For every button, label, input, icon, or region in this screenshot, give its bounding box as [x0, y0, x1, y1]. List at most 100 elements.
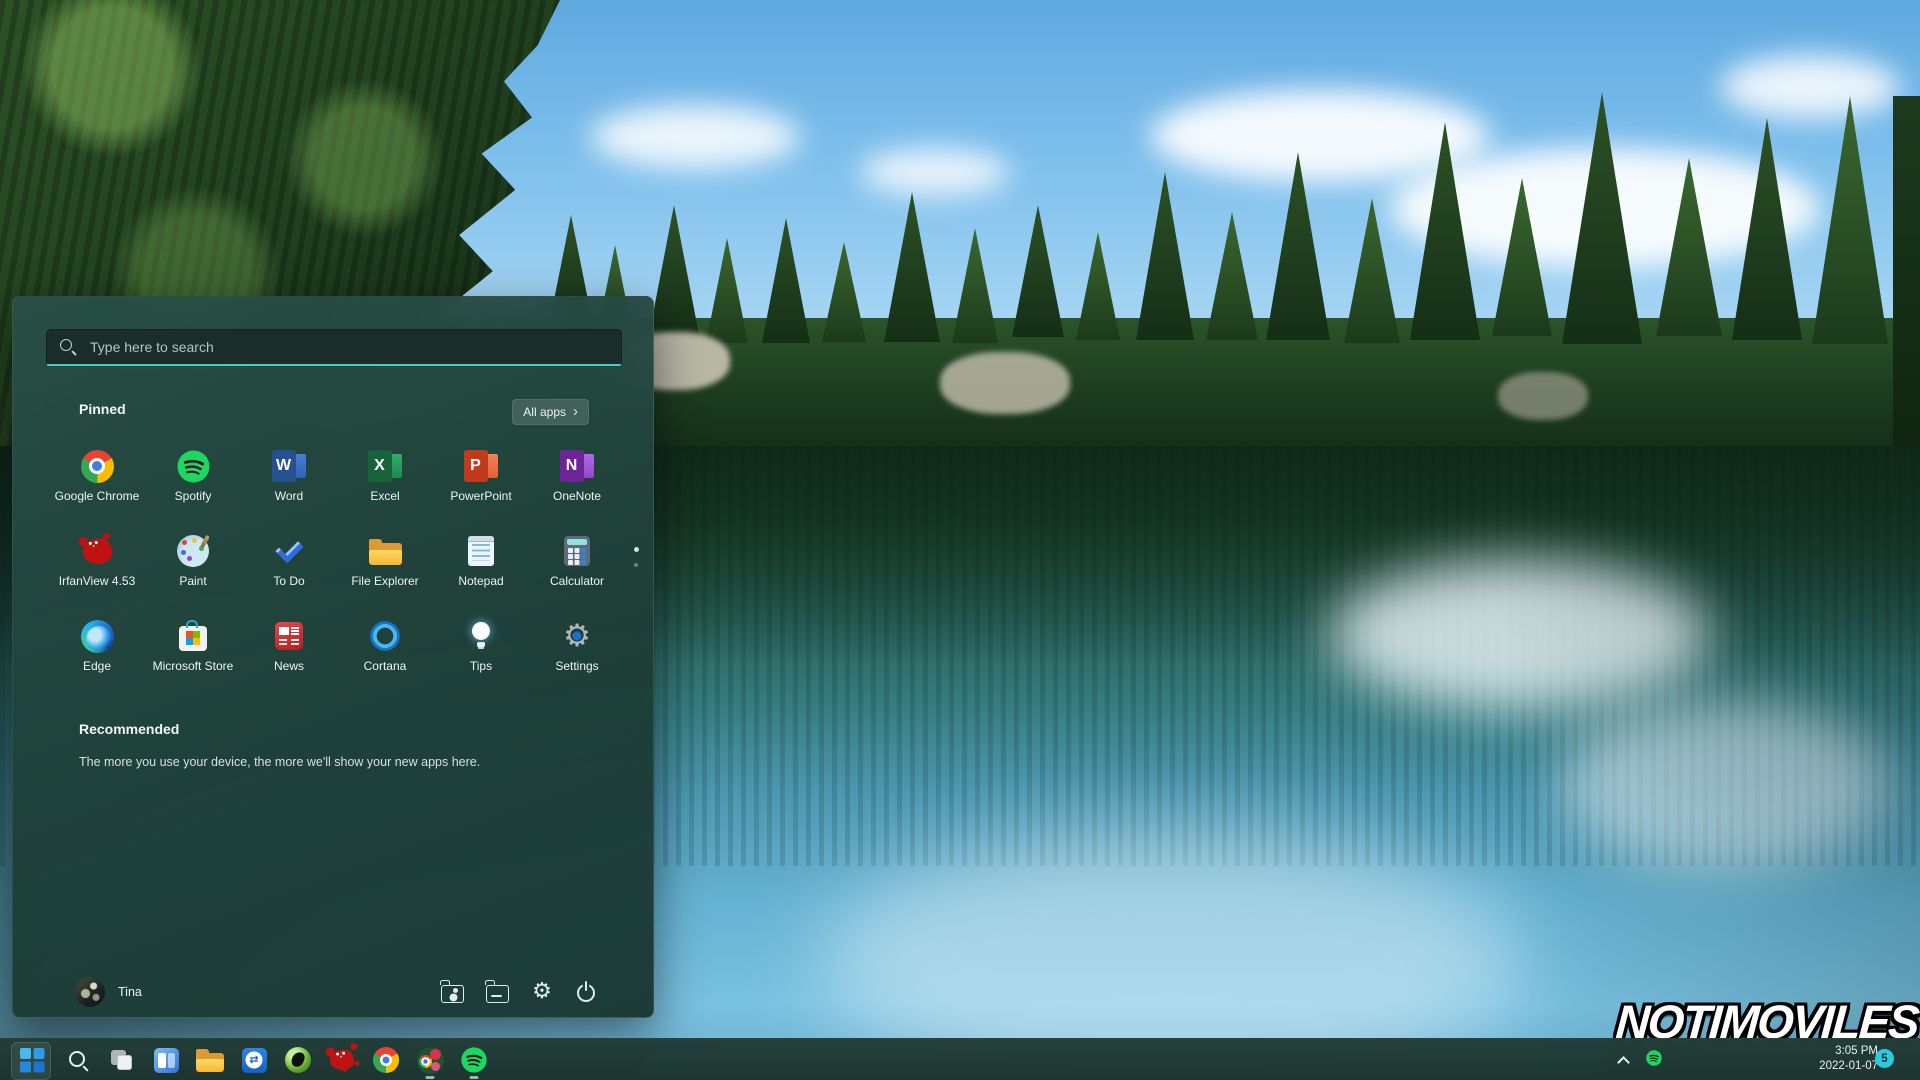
app-label: Cortana [363, 659, 407, 673]
app-tile-microsoft-store[interactable]: Microsoft Store [145, 615, 241, 700]
widgets-icon [153, 1047, 179, 1073]
all-apps-button[interactable]: All apps [512, 399, 589, 425]
notepad-icon [468, 536, 494, 566]
app-tile-tips[interactable]: Tips [433, 615, 529, 700]
cloud [860, 148, 1010, 196]
app-label: Paint [179, 574, 207, 588]
todo-icon [272, 535, 306, 567]
app-label: Excel [370, 489, 400, 503]
task-view-button[interactable] [100, 1039, 144, 1080]
start-button[interactable] [8, 1039, 56, 1080]
edge-icon [80, 619, 114, 653]
pinned-apps-grid: Google Chrome Spotify Word Excel PowerPo… [49, 445, 627, 700]
tray-spotify-icon[interactable] [1646, 1050, 1662, 1071]
app-tile-notepad[interactable]: Notepad [433, 530, 529, 615]
powerpoint-icon [463, 450, 499, 482]
app-tile-edge[interactable]: Edge [49, 615, 145, 700]
taskbar-pinned-row [8, 1039, 496, 1080]
app-label: Notepad [458, 574, 504, 588]
rock [940, 352, 1070, 414]
start-menu-footer: Tina [13, 967, 653, 1017]
app-tile-powerpoint[interactable]: PowerPoint [433, 445, 529, 530]
app-tile-irfanview[interactable]: IrfanView 4.53 [49, 530, 145, 615]
app-tile-google-chrome[interactable]: Google Chrome [49, 445, 145, 530]
page-dot-active[interactable] [633, 547, 639, 552]
settings-button[interactable] [531, 981, 553, 1003]
pictures-folder-button[interactable] [485, 980, 509, 1003]
app-tile-spotify[interactable]: Spotify [145, 445, 241, 530]
taskbar-search-button[interactable] [56, 1039, 100, 1080]
all-apps-label: All apps [523, 405, 566, 419]
app-label: Tips [469, 659, 493, 673]
pinned-page-dots[interactable] [632, 547, 640, 567]
taskbar-green-orb-app[interactable] [276, 1039, 320, 1080]
avatar [75, 977, 105, 1007]
rock [1498, 372, 1588, 420]
news-icon [275, 622, 303, 650]
app-label: Google Chrome [54, 489, 140, 503]
app-tile-settings[interactable]: Settings [529, 615, 625, 700]
taskbar-clock[interactable]: 3:05 PM 2022-01-07 [1819, 1044, 1878, 1074]
spotify-icon [176, 449, 210, 483]
folder-icon [196, 1048, 224, 1072]
app-label: Word [274, 489, 304, 503]
app-label: Microsoft Store [152, 659, 234, 673]
windows-logo-icon [19, 1047, 45, 1073]
file-explorer-icon [368, 538, 402, 565]
microsoft-store-icon [179, 620, 207, 651]
teamviewer-icon [241, 1047, 267, 1073]
app-tile-paint[interactable]: Paint [145, 530, 241, 615]
user-name: Tina [118, 985, 142, 999]
app-label: Spotify [174, 489, 212, 503]
calculator-icon [564, 536, 590, 566]
app-tile-cortana[interactable]: Cortana [337, 615, 433, 700]
app-label: Edge [82, 659, 112, 673]
power-button[interactable] [575, 981, 597, 1003]
recommended-empty-message: The more you use your device, the more w… [79, 755, 481, 769]
app-tile-onenote[interactable]: OneNote [529, 445, 625, 530]
hidden-icons-chevron[interactable] [1619, 1056, 1628, 1065]
taskbar-file-explorer[interactable] [188, 1039, 232, 1080]
taskbar-chrome[interactable] [364, 1039, 408, 1080]
app-tile-excel[interactable]: Excel [337, 445, 433, 530]
app-tile-news[interactable]: News [241, 615, 337, 700]
cortana-icon [369, 620, 401, 652]
page-dot[interactable] [634, 563, 638, 567]
search-box[interactable] [46, 329, 622, 366]
taskbar-irfanview[interactable] [320, 1039, 364, 1080]
taskbar-chrome-apps-group[interactable] [408, 1039, 452, 1080]
app-tile-calculator[interactable]: Calculator [529, 530, 625, 615]
search-input[interactable] [88, 338, 609, 356]
documents-folder-button[interactable] [440, 980, 464, 1003]
cloud [590, 105, 800, 169]
app-label: IrfanView 4.53 [58, 574, 136, 588]
app-label: To Do [273, 574, 305, 588]
excel-icon [367, 450, 403, 482]
start-menu: Pinned All apps Google Chrome Spotify Wo… [12, 296, 654, 1018]
cloud [1720, 55, 1900, 119]
app-tile-file-explorer[interactable]: File Explorer [337, 530, 433, 615]
clock-time: 3:05 PM [1835, 1045, 1878, 1057]
settings-icon [560, 619, 594, 653]
search-icon [66, 1048, 90, 1072]
user-profile-button[interactable]: Tina [75, 977, 142, 1007]
widgets-button[interactable] [144, 1039, 188, 1080]
search-icon [59, 338, 78, 357]
spotify-icon [461, 1047, 487, 1073]
irfanview-icon [328, 1048, 356, 1072]
taskbar-spotify[interactable] [452, 1039, 496, 1080]
app-tile-todo[interactable]: To Do [241, 530, 337, 615]
running-indicator [469, 1076, 479, 1079]
chrome-icon [80, 449, 114, 483]
tips-icon [465, 620, 497, 652]
app-label: Calculator [549, 574, 605, 588]
taskbar-teamviewer[interactable] [232, 1039, 276, 1080]
notification-count-badge[interactable]: 5 [1875, 1049, 1894, 1068]
app-label: News [273, 659, 304, 673]
chrome-apps-group-icon [416, 1046, 444, 1074]
clock-date: 2022-01-07 [1819, 1060, 1878, 1072]
app-label: OneNote [552, 489, 602, 503]
app-tile-word[interactable]: Word [241, 445, 337, 530]
green-orb-app-icon [285, 1047, 311, 1073]
app-label: PowerPoint [450, 489, 512, 503]
